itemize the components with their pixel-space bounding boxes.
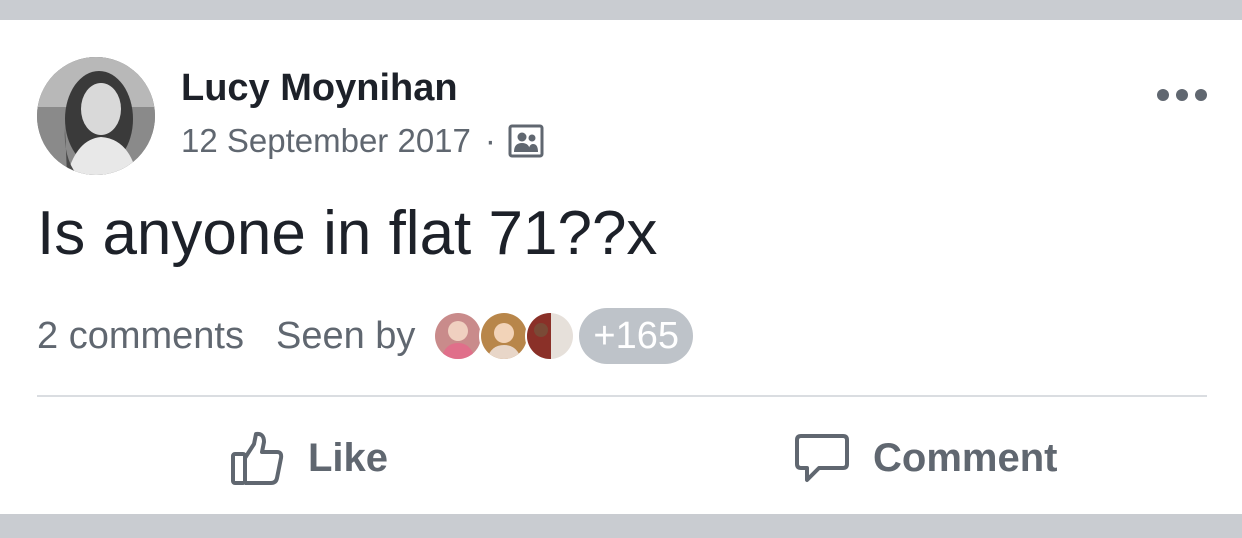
post-text: Is anyone in flat 71??x — [37, 199, 658, 268]
comment-button[interactable]: Comment — [795, 422, 1057, 494]
feed-separator-top — [0, 0, 1242, 20]
author-avatar[interactable] — [37, 57, 155, 175]
viewer-avatar — [433, 311, 484, 361]
author-name[interactable]: Lucy Moynihan — [181, 67, 458, 110]
feed-separator-bottom — [0, 514, 1242, 538]
group-audience-icon — [508, 124, 544, 158]
like-label: Like — [308, 435, 389, 480]
meta-separator: · — [484, 122, 496, 159]
more-options-button[interactable] — [1152, 82, 1212, 108]
seen-by-avatars[interactable] — [433, 311, 576, 361]
post-card: Lucy Moynihan 12 September 2017 · Is any… — [0, 20, 1242, 514]
comments-count[interactable]: 2 comments — [37, 315, 244, 358]
seen-by-label: Seen by — [275, 314, 416, 357]
viewer-avatar — [525, 311, 576, 361]
post-meta: 12 September 2017 · — [181, 120, 544, 162]
like-button[interactable]: Like — [230, 422, 388, 494]
more-options-icon — [1157, 89, 1207, 101]
comment-label: Comment — [873, 435, 1058, 480]
viewer-avatar — [479, 311, 530, 361]
post-stats: 2 comments Seen by +165 — [37, 308, 694, 364]
speech-bubble-icon — [795, 434, 849, 482]
actions-divider — [37, 395, 1207, 397]
post-date[interactable]: 12 September 2017 — [181, 122, 471, 160]
seen-count-badge[interactable]: +165 — [579, 308, 694, 364]
thumbs-up-icon — [231, 431, 284, 485]
